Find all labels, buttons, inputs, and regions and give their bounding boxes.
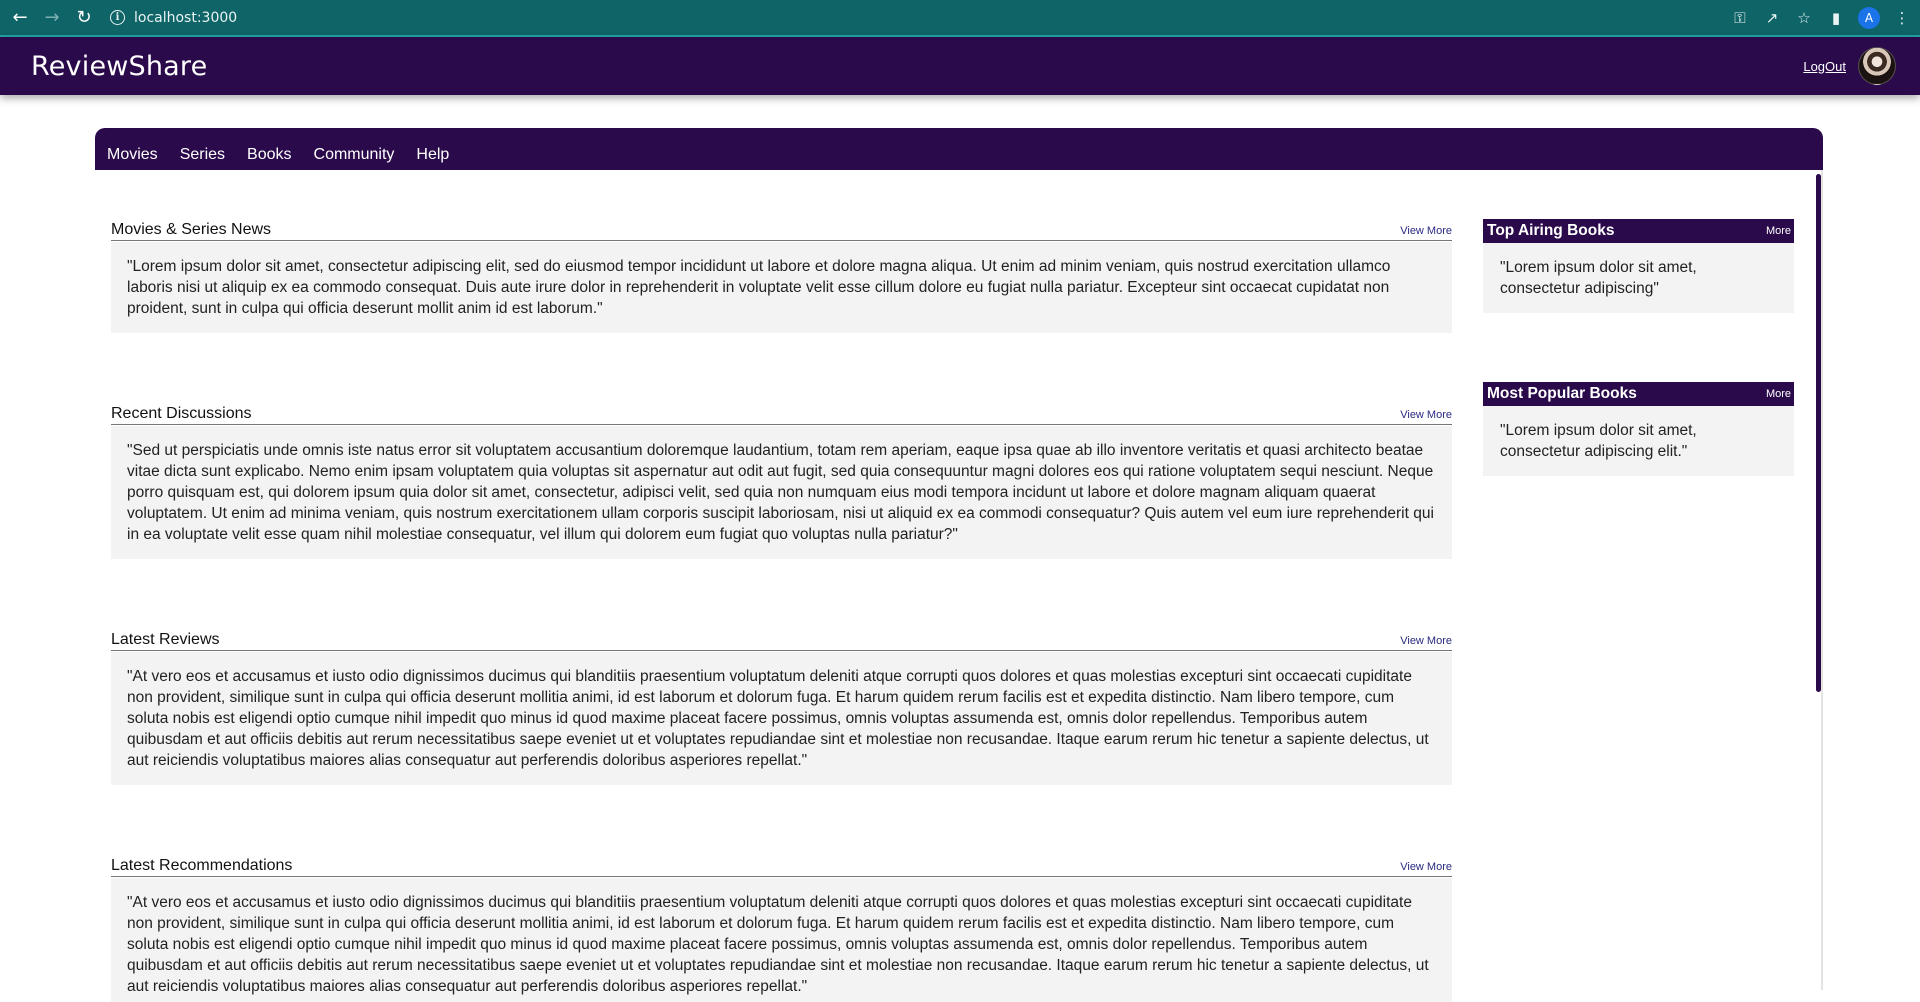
widget-title: Top Airing Books xyxy=(1487,222,1615,239)
section-movies-series-news: Movies & Series News View More "Lorem ip… xyxy=(111,220,1452,333)
widget-header: Top Airing Books More xyxy=(1483,219,1794,243)
section-latest-recommendations: Latest Recommendations View More "At ver… xyxy=(111,856,1452,1002)
section-body: "At vero eos et accusamus et iusto odio … xyxy=(111,878,1452,1002)
section-body: "Lorem ipsum dolor sit amet, consectetur… xyxy=(111,242,1452,333)
section-title: Latest Recommendations xyxy=(111,857,293,874)
section-header: Movies & Series News View More xyxy=(111,220,1452,241)
widget-body: "Lorem ipsum dolor sit amet, consectetur… xyxy=(1483,406,1794,476)
section-recent-discussions: Recent Discussions View More "Sed ut per… xyxy=(111,404,1452,559)
nav-item-movies[interactable]: Movies xyxy=(107,146,158,164)
kebab-menu-icon[interactable]: ⋮ xyxy=(1892,8,1912,28)
widget-title: Most Popular Books xyxy=(1487,385,1637,402)
widget-top-airing-books: Top Airing Books More "Lorem ipsum dolor… xyxy=(1483,219,1794,313)
section-header: Latest Recommendations View More xyxy=(111,856,1452,877)
section-header: Latest Reviews View More xyxy=(111,630,1452,651)
scrollbar-thumb[interactable] xyxy=(1816,174,1821,692)
user-avatar[interactable] xyxy=(1858,47,1896,85)
info-icon[interactable]: i xyxy=(110,10,125,25)
forward-arrow-icon[interactable]: → xyxy=(40,6,64,30)
star-icon[interactable]: ☆ xyxy=(1794,8,1814,28)
widget-most-popular-books: Most Popular Books More "Lorem ipsum dol… xyxy=(1483,382,1794,476)
browser-actions: ⚿ ↗ ☆ ▮ A ⋮ xyxy=(1730,0,1912,35)
share-icon[interactable]: ↗ xyxy=(1762,8,1782,28)
key-icon[interactable]: ⚿ xyxy=(1730,8,1750,28)
section-header: Recent Discussions View More xyxy=(111,404,1452,425)
browser-toolbar: ← → ↻ i localhost:3000 ⚿ ↗ ☆ ▮ A ⋮ xyxy=(0,0,1920,37)
widget-body: "Lorem ipsum dolor sit amet, consectetur… xyxy=(1483,243,1794,313)
brand-logo[interactable]: ReviewShare xyxy=(31,51,207,82)
content-scroll-track xyxy=(1821,170,1823,990)
logout-link[interactable]: LogOut xyxy=(1803,59,1846,74)
section-title: Movies & Series News xyxy=(111,221,272,238)
view-more-link[interactable]: View More xyxy=(1400,635,1452,647)
view-more-link[interactable]: View More xyxy=(1400,861,1452,873)
nav-item-help[interactable]: Help xyxy=(416,146,449,164)
back-arrow-icon[interactable]: ← xyxy=(8,6,32,30)
main-nav: Movies Series Books Community Help xyxy=(95,128,1823,170)
section-body: "Sed ut perspiciatis unde omnis iste nat… xyxy=(111,426,1452,559)
view-more-link[interactable]: View More xyxy=(1400,409,1452,421)
nav-item-community[interactable]: Community xyxy=(314,146,395,164)
side-panel-icon[interactable]: ▮ xyxy=(1826,8,1846,28)
widget-header: Most Popular Books More xyxy=(1483,382,1794,406)
view-more-link[interactable]: View More xyxy=(1400,225,1452,237)
widget-more-link[interactable]: More xyxy=(1766,225,1791,237)
url-text[interactable]: localhost:3000 xyxy=(134,10,237,26)
widget-more-link[interactable]: More xyxy=(1766,388,1791,400)
section-body: "At vero eos et accusamus et iusto odio … xyxy=(111,652,1452,785)
nav-item-series[interactable]: Series xyxy=(180,146,225,164)
header-user-area: LogOut xyxy=(1803,37,1896,95)
nav-item-books[interactable]: Books xyxy=(247,146,291,164)
reload-icon[interactable]: ↻ xyxy=(72,6,96,30)
section-latest-reviews: Latest Reviews View More "At vero eos et… xyxy=(111,630,1452,785)
section-title: Recent Discussions xyxy=(111,405,252,422)
section-title: Latest Reviews xyxy=(111,631,220,648)
app-header: ReviewShare LogOut xyxy=(0,37,1920,95)
profile-avatar[interactable]: A xyxy=(1858,6,1880,29)
address-bar[interactable]: i localhost:3000 xyxy=(110,4,1770,31)
